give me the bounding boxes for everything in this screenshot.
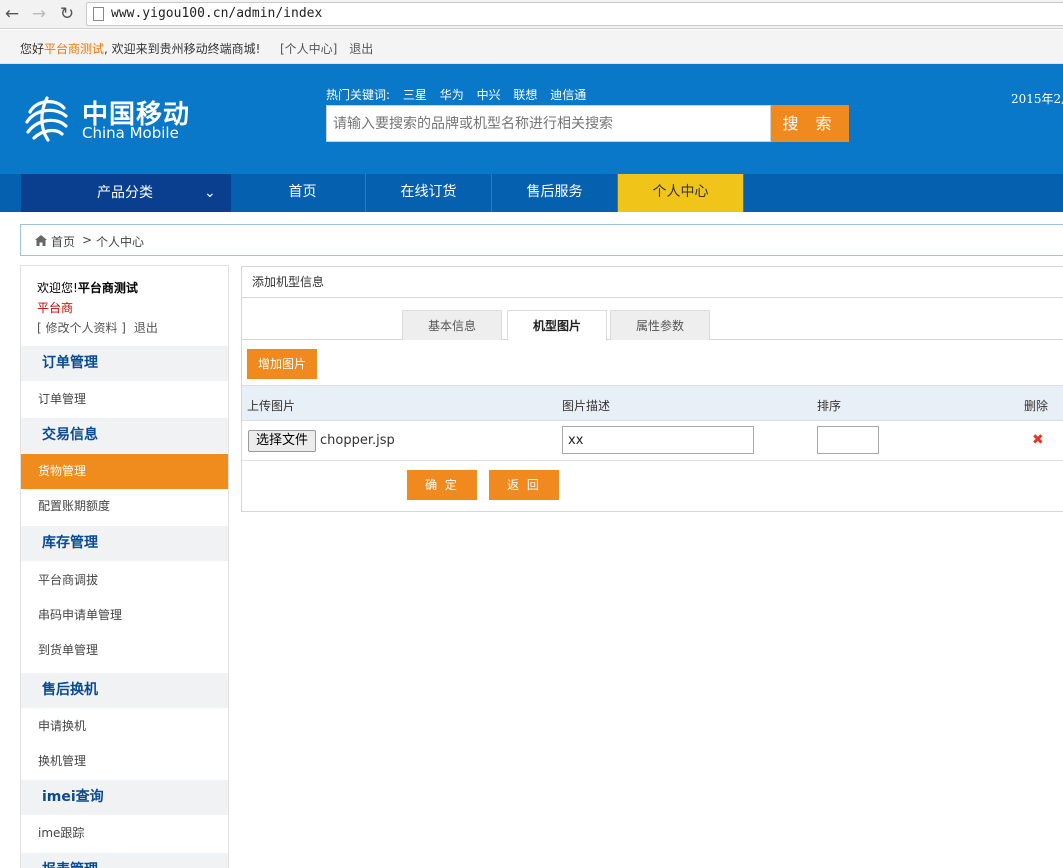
sidebar-item-arrival-orders[interactable]: 到货单管理: [21, 633, 228, 668]
sidebar-group-trade: 交易信息: [21, 418, 228, 453]
hot-keyword[interactable]: 华为: [440, 88, 464, 102]
edit-profile-link[interactable]: [ 修改个人资料 ]: [37, 321, 126, 335]
sidebar-group-imei: imei查询: [21, 780, 228, 815]
close-x-icon[interactable]: ✖: [1032, 432, 1044, 448]
home-icon: [35, 235, 47, 246]
back-button[interactable]: 返 回: [489, 470, 559, 500]
address-bar[interactable]: www.yigou100.cn/admin/index: [86, 2, 1063, 26]
column-header-sort: 排序: [817, 399, 842, 413]
product-category-dropdown[interactable]: 产品分类 ⌄: [21, 174, 231, 212]
user-role: 平台商: [37, 301, 74, 315]
welcome-prefix: 欢迎您!: [37, 281, 78, 295]
sidebar-item-goods-management[interactable]: 货物管理: [21, 454, 228, 489]
image-description-input[interactable]: [562, 426, 754, 454]
breadcrumb-home[interactable]: 首页: [51, 233, 75, 250]
sidebar-item-imei-track[interactable]: ime跟踪: [21, 816, 228, 851]
main-nav: 产品分类 ⌄ 首页 在线订货 售后服务 个人中心: [0, 174, 1063, 212]
page-icon: [93, 7, 104, 21]
user-name-link[interactable]: 平台商测试: [44, 42, 104, 56]
header-date: 2015年2月: [1011, 92, 1063, 106]
top-links: [个人中心] 退出: [280, 40, 373, 57]
search-input[interactable]: [327, 106, 770, 141]
content-panel: 添加机型信息 基本信息 机型图片 属性参数 增加图片 上传图片 图片描述 排序 …: [241, 266, 1063, 512]
welcome-text: 您好平台商测试, 欢迎来到贵州移动终端商城!: [20, 40, 260, 57]
sidebar-group-exchange: 售后换机: [21, 673, 228, 708]
back-icon[interactable]: ←: [2, 4, 22, 24]
hot-keywords: 热门关键词: 三星 华为 中兴 联想 迪信通: [326, 86, 595, 103]
greet-suffix: , 欢迎来到贵州移动终端商城!: [104, 42, 261, 56]
welcome-bar: 您好平台商测试, 欢迎来到贵州移动终端商城! [个人中心] 退出: [0, 30, 1063, 64]
add-image-button[interactable]: 增加图片: [247, 349, 317, 379]
forward-icon[interactable]: →: [29, 4, 49, 24]
breadcrumb: 首页 > 个人中心: [20, 224, 1063, 256]
file-name: chopper.jsp: [320, 433, 395, 448]
sidebar-group-inventory: 库存管理: [21, 526, 228, 561]
sidebar: 欢迎您!平台商测试 平台商 [ 修改个人资料 ] 退出 订单管理 订单管理 交易…: [20, 265, 229, 868]
column-header-description: 图片描述: [562, 399, 611, 413]
table-row: 选择文件 chopper.jsp ✖: [242, 421, 1063, 461]
column-header-upload: 上传图片: [247, 399, 296, 413]
breadcrumb-separator: >: [82, 233, 93, 247]
sidebar-item-apply-exchange[interactable]: 申请换机: [21, 709, 228, 744]
panel-title: 添加机型信息: [242, 267, 1063, 298]
welcome-name: 平台商测试: [77, 281, 138, 295]
personal-center-link[interactable]: [个人中心]: [280, 42, 337, 56]
tab-model-images[interactable]: 机型图片: [507, 310, 607, 341]
hot-keyword[interactable]: 联想: [513, 88, 537, 102]
hot-keywords-label: 热门关键词:: [326, 88, 391, 102]
profile-links: [ 修改个人资料 ] 退出: [37, 319, 158, 336]
hot-keyword[interactable]: 三星: [403, 88, 427, 102]
sidebar-logout-link[interactable]: 退出: [134, 321, 158, 335]
browser-toolbar: ← → ↻ www.yigou100.cn/admin/index: [0, 0, 1063, 29]
nav-item-online-order[interactable]: 在线订货: [366, 174, 492, 212]
logout-link[interactable]: 退出: [349, 42, 373, 56]
tab-basic-info[interactable]: 基本信息: [402, 310, 502, 340]
chevron-down-icon: ⌄: [204, 185, 216, 201]
confirm-button[interactable]: 确 定: [407, 470, 477, 500]
breadcrumb-current: 个人中心: [96, 235, 145, 249]
sidebar-item-exchange-management[interactable]: 换机管理: [21, 744, 228, 779]
logo-text-en: China Mobile: [82, 124, 179, 142]
nav-item-personal-center[interactable]: 个人中心: [618, 174, 744, 212]
search-box: [326, 105, 771, 142]
sidebar-item-credit-config[interactable]: 配置账期额度: [21, 489, 228, 524]
sidebar-item-order-management[interactable]: 订单管理: [21, 382, 228, 417]
site-header: 中国移动 China Mobile 热门关键词: 三星 华为 中兴 联想 迪信通…: [0, 64, 1063, 174]
sidebar-group-orders: 订单管理: [21, 346, 228, 381]
choose-file-button[interactable]: 选择文件: [248, 430, 316, 452]
column-header-delete: 删除: [1024, 399, 1049, 413]
welcome-line: 欢迎您!平台商测试: [37, 279, 138, 296]
greet-prefix: 您好: [20, 42, 45, 56]
sort-order-input[interactable]: [817, 426, 879, 454]
china-mobile-logo-icon: [25, 96, 68, 142]
product-category-label: 产品分类: [97, 185, 153, 201]
url-text[interactable]: www.yigou100.cn/admin/index: [111, 6, 322, 21]
tab-attributes[interactable]: 属性参数: [610, 310, 710, 340]
table-header: 上传图片 图片描述 排序 删除: [242, 385, 1063, 421]
hot-keyword[interactable]: 中兴: [477, 88, 501, 102]
hot-keyword[interactable]: 迪信通: [550, 88, 586, 102]
reload-icon[interactable]: ↻: [57, 4, 77, 24]
nav-item-after-sales[interactable]: 售后服务: [492, 174, 618, 212]
nav-item-home[interactable]: 首页: [240, 174, 366, 212]
search-button[interactable]: 搜 索: [771, 105, 849, 142]
sidebar-item-platform-transfer[interactable]: 平台商调拔: [21, 563, 228, 598]
sidebar-group-reports: 报表管理: [21, 853, 228, 868]
sidebar-item-serial-request[interactable]: 串码申请单管理: [21, 598, 228, 633]
user-info: 欢迎您!平台商测试 平台商 [ 修改个人资料 ] 退出: [21, 266, 228, 346]
